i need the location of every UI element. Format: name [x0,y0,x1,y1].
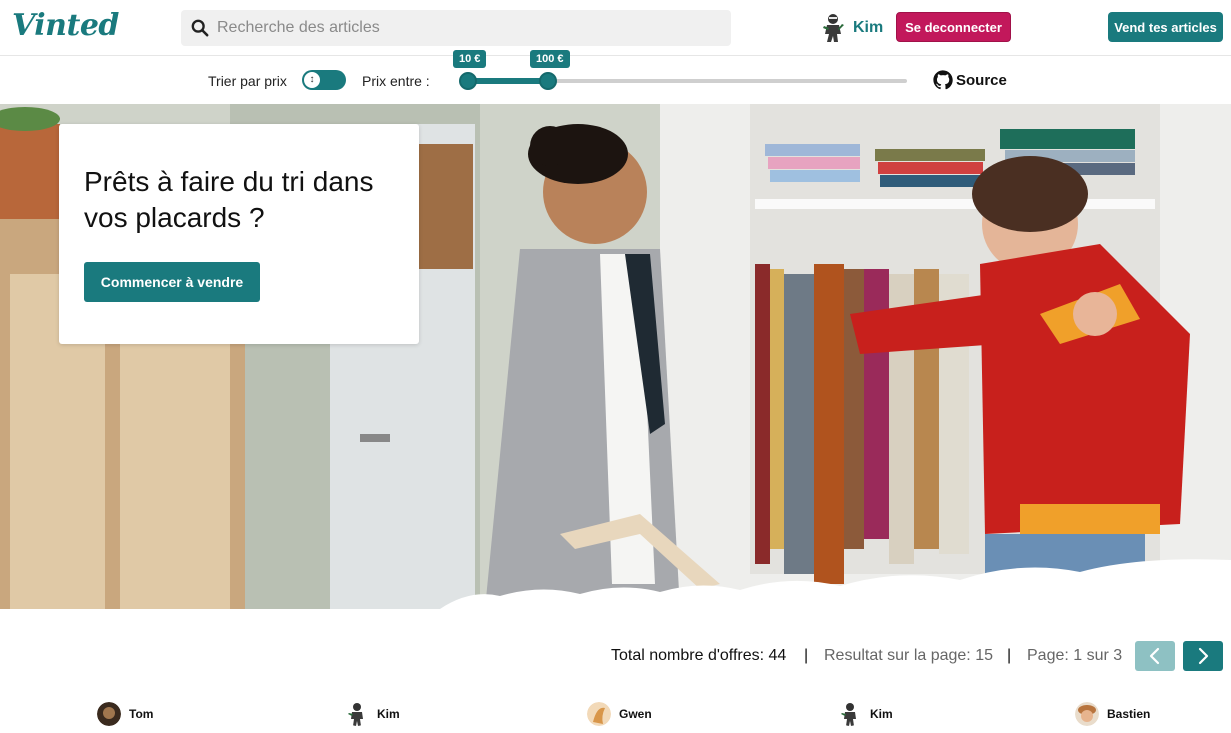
pagination-separator: | [1007,647,1012,664]
previous-page-button[interactable] [1135,641,1175,671]
avatar [97,702,121,726]
pagination-separator: | [804,647,809,664]
sell-items-button[interactable]: Vend tes articles [1108,12,1223,42]
chevron-left-icon [1149,647,1160,665]
price-range-label: Prix entre : [362,73,430,89]
seller-card[interactable]: Kim [838,702,893,726]
sort-by-price-toggle[interactable]: ↕ [302,70,346,90]
logout-button[interactable]: Se deconnecter [896,12,1011,42]
price-slider-range [467,78,548,84]
user-name[interactable]: Kim [853,19,883,37]
page-indicator: Page: 1 sur 3 [1027,647,1123,664]
top-header: Vinted Recherche des articles Kim Se dec… [0,0,1231,56]
filter-bar: Trier par prix ↕ Prix entre : 10 € 100 €… [0,50,1231,104]
search-bar[interactable]: Recherche des articles [181,10,731,46]
seller-name[interactable]: Kim [870,707,893,721]
ninja-avatar-icon [841,703,856,726]
seller-card[interactable]: Tom [97,702,153,726]
vinted-logo[interactable]: Vinted [12,8,119,43]
search-icon [191,19,209,37]
max-price-value: 100 € [530,50,570,68]
min-price-handle[interactable] [459,72,477,90]
min-price-value: 10 € [453,50,487,68]
ninja-avatar-icon [348,703,363,726]
hero-card: Prêts à faire du tri dans vos placards ?… [59,124,419,344]
results-per-page: Resultat sur la page: 15 [824,647,993,664]
seller-name[interactable]: Gwen [619,707,652,721]
start-selling-button[interactable]: Commencer à vendre [84,262,260,302]
seller-name[interactable]: Bastien [1107,707,1150,721]
chevron-right-icon [1198,647,1209,665]
seller-card[interactable]: Bastien [1075,702,1150,726]
sellers-row: Tom Kim Gwen Kim Bastien [0,700,1231,730]
hero-banner: Prêts à faire du tri dans vos placards ?… [0,104,1231,609]
avatar [587,702,611,726]
pagination-bar: Total nombre d'offres: 44 | Resultat sur… [0,630,1231,674]
seller-name[interactable]: Kim [377,707,400,721]
github-icon [933,70,953,90]
source-label[interactable]: Source [956,72,1007,89]
user-profile[interactable]: Kim [817,11,883,45]
search-input[interactable]: Recherche des articles [217,19,380,37]
ninja-avatar-icon [823,14,844,42]
seller-name[interactable]: Tom [129,707,153,721]
seller-card[interactable]: Gwen [587,702,652,726]
max-price-handle[interactable] [539,72,557,90]
hero-title: Prêts à faire du tri dans vos placards ? [84,166,374,233]
sort-arrow-icon: ↕ [304,72,320,88]
next-page-button[interactable] [1183,641,1223,671]
source-link[interactable]: Source [932,69,1007,91]
avatar [1075,702,1099,726]
seller-card[interactable]: Kim [345,702,400,726]
sort-by-price-label: Trier par prix [208,73,287,89]
total-offers: Total nombre d'offres: 44 [611,647,787,664]
